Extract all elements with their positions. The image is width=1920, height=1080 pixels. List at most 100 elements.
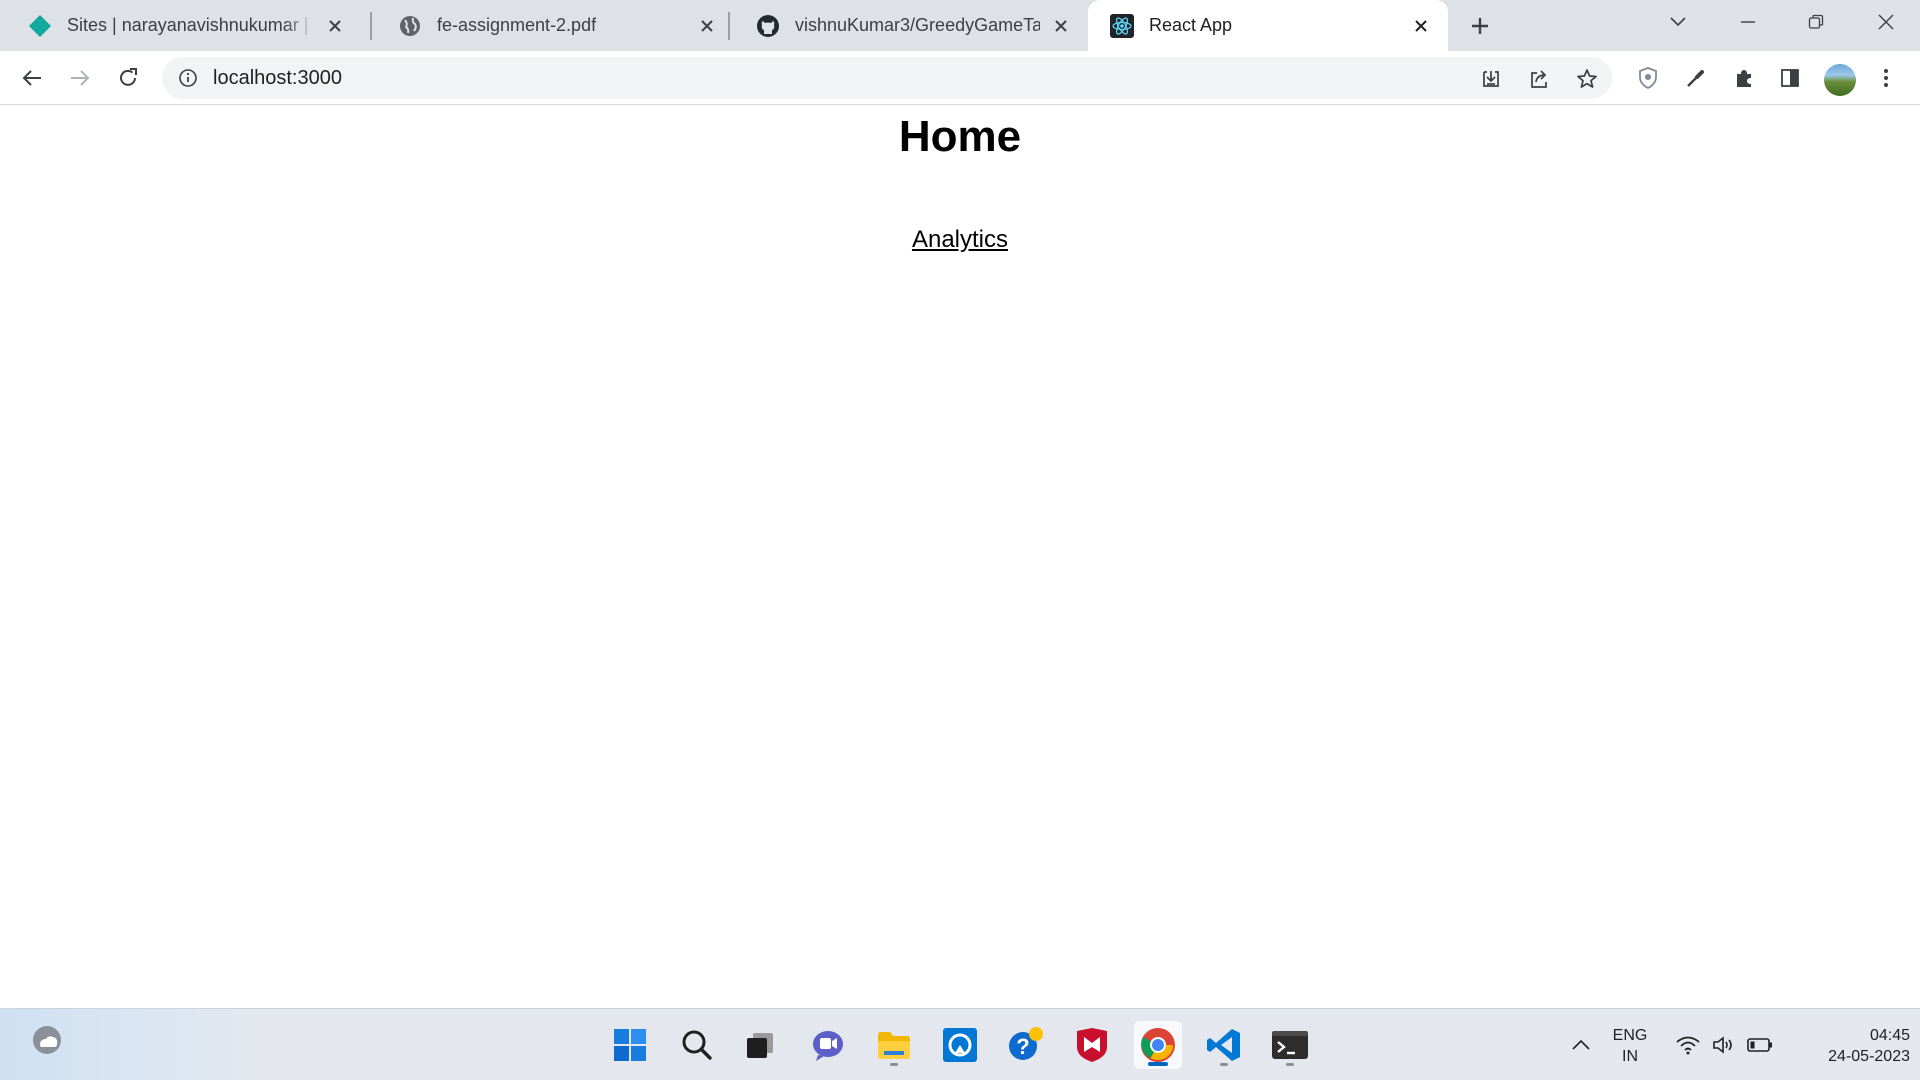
running-indicator — [1220, 1063, 1228, 1066]
vscode-button[interactable] — [1200, 1021, 1248, 1069]
clock-time: 04:45 — [1869, 1027, 1910, 1044]
shield-icon — [1639, 67, 1657, 90]
tab-search-button[interactable] — [1648, 0, 1708, 44]
taskbar-search-button[interactable] — [673, 1021, 721, 1069]
teams-chat-button[interactable] — [804, 1021, 852, 1069]
terminal-button[interactable] — [1266, 1021, 1314, 1069]
get-help-button[interactable]: ? — [1002, 1021, 1050, 1069]
chevron-down-icon — [1670, 17, 1686, 27]
tab-sites-netlify[interactable]: Sites | narayanavishnukumar | Ne — [6, 0, 362, 51]
weather-widget[interactable] — [0, 1009, 260, 1080]
battery-icon — [1747, 1038, 1772, 1052]
tab-title: vishnuKumar3/GreedyGameTask — [795, 15, 1040, 35]
wifi-icon — [1676, 1036, 1700, 1055]
remote-app-button[interactable] — [936, 1021, 984, 1069]
active-indicator — [1148, 1062, 1168, 1066]
page-title: Home — [898, 112, 1022, 161]
mcafee-button[interactable] — [1068, 1021, 1116, 1069]
share-icon[interactable] — [1526, 66, 1552, 92]
close-tab-icon[interactable] — [322, 13, 348, 39]
tab-github-repo[interactable]: vishnuKumar3/GreedyGameTask — [734, 0, 1088, 51]
search-icon — [682, 1030, 712, 1060]
show-hidden-icons-button[interactable] — [1566, 1009, 1596, 1080]
side-panel-icon — [1781, 69, 1799, 87]
close-tab-icon[interactable] — [1048, 13, 1074, 39]
windows-logo-icon — [614, 1029, 646, 1061]
new-tab-button[interactable] — [1464, 10, 1496, 42]
tab-react-app[interactable]: React App — [1088, 0, 1448, 51]
reload-button[interactable] — [110, 60, 146, 96]
system-clock[interactable]: 04:45 24-05-2023 — [1790, 1025, 1910, 1067]
eyedropper-extension-button[interactable] — [1678, 60, 1714, 96]
tab-title: Sites | narayanavishnukumar | Ne — [67, 15, 314, 35]
nav-links: Analytics — [0, 226, 1920, 254]
clock-date: 24-05-2023 — [1828, 1048, 1910, 1065]
close-window-button[interactable] — [1856, 0, 1916, 44]
globe-icon — [398, 14, 422, 38]
close-tab-icon[interactable] — [1408, 13, 1434, 39]
tab-title: React App — [1149, 15, 1233, 35]
shield-extension-button[interactable] — [1630, 60, 1666, 96]
tab-separator — [728, 12, 730, 40]
vscode-icon — [1207, 1029, 1240, 1061]
windows-taskbar: ? ENG IN 04:45 24-05-2023 — [0, 1008, 1920, 1080]
netlify-diamond-icon — [28, 14, 52, 38]
folder-icon — [878, 1032, 910, 1059]
plus-icon — [1472, 18, 1488, 34]
wifi-status[interactable] — [1674, 1009, 1702, 1080]
address-bar[interactable]: localhost:3000 — [162, 57, 1612, 99]
file-explorer-button[interactable] — [870, 1021, 918, 1069]
chat-icon — [813, 1031, 843, 1061]
help-icon: ? — [1009, 1027, 1043, 1060]
language-region: IN — [1622, 1048, 1638, 1065]
browser-toolbar: localhost:3000 — [0, 51, 1920, 105]
minimize-icon — [1741, 21, 1755, 23]
speaker-icon — [1713, 1036, 1732, 1054]
arrow-right-icon — [71, 70, 90, 86]
reload-icon — [120, 68, 137, 86]
terminal-icon — [1272, 1031, 1308, 1059]
bookmark-star-icon[interactable] — [1574, 66, 1600, 92]
running-indicator — [1286, 1063, 1294, 1066]
close-icon — [1878, 14, 1894, 30]
profile-avatar[interactable] — [1824, 64, 1856, 96]
chrome-icon — [1141, 1028, 1175, 1062]
react-icon — [1110, 13, 1134, 38]
tab-title: fe-assignment-2.pdf — [437, 15, 597, 35]
tab-strip: Sites | narayanavishnukumar | Ne fe-assi… — [0, 0, 1920, 51]
site-info-icon[interactable] — [176, 66, 200, 90]
volume-status[interactable] — [1710, 1009, 1738, 1080]
browser-menu-button[interactable] — [1868, 60, 1904, 96]
language-code: ENG — [1612, 1027, 1648, 1044]
svg-text:?: ? — [1016, 1034, 1029, 1059]
weather-icon — [33, 1026, 61, 1054]
puzzle-icon — [1737, 70, 1751, 87]
battery-status[interactable] — [1746, 1009, 1774, 1080]
remote-desktop-icon — [943, 1028, 977, 1062]
tab-fe-assignment-pdf[interactable]: fe-assignment-2.pdf — [376, 0, 734, 51]
task-view-button[interactable] — [736, 1021, 784, 1069]
install-app-icon[interactable] — [1478, 66, 1504, 92]
back-button[interactable] — [14, 60, 50, 96]
extensions-button[interactable] — [1726, 60, 1762, 96]
tab-separator — [370, 12, 372, 40]
mcafee-shield-icon — [1077, 1028, 1107, 1062]
chrome-button[interactable] — [1134, 1021, 1182, 1069]
arrow-left-icon — [22, 70, 41, 86]
restore-icon — [1808, 14, 1824, 29]
task-view-icon — [747, 1033, 773, 1058]
forward-button[interactable] — [62, 60, 98, 96]
chevron-up-icon — [1572, 1039, 1590, 1050]
minimize-button[interactable] — [1718, 0, 1778, 44]
side-panel-button[interactable] — [1772, 60, 1808, 96]
input-language-indicator[interactable]: ENG IN — [1608, 1025, 1652, 1067]
restore-button[interactable] — [1786, 0, 1846, 44]
github-icon — [756, 14, 780, 38]
eyedropper-icon — [1687, 70, 1704, 87]
start-button[interactable] — [606, 1021, 654, 1069]
running-indicator — [890, 1063, 898, 1066]
more-vertical-icon — [1884, 69, 1888, 87]
close-tab-icon[interactable] — [694, 13, 720, 39]
url-text[interactable]: localhost:3000 — [213, 57, 342, 99]
analytics-link[interactable]: Analytics — [912, 226, 1008, 253]
